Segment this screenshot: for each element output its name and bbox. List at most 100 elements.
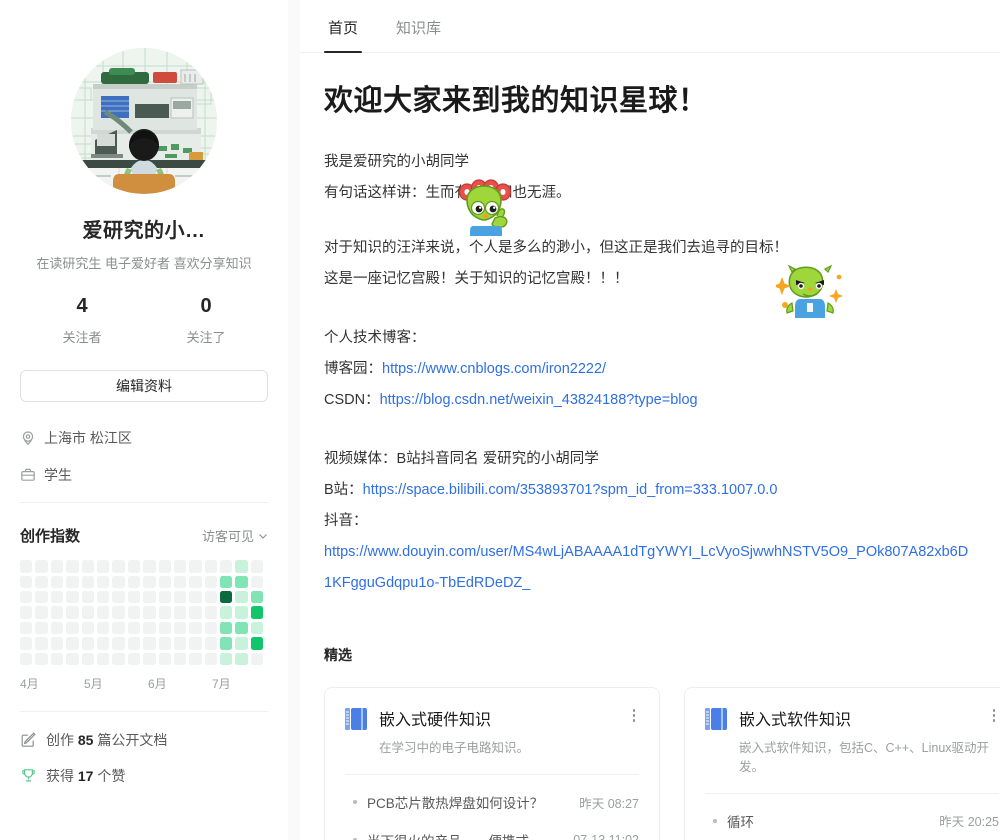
heatmap-cell[interactable] (20, 575, 33, 588)
heatmap-cell[interactable] (143, 637, 156, 650)
heatmap-cell[interactable] (20, 652, 33, 665)
heatmap-cell[interactable] (66, 606, 79, 619)
heatmap-cell[interactable] (158, 590, 171, 604)
heatmap-cell[interactable] (250, 621, 264, 635)
heatmap-cell[interactable] (158, 560, 171, 573)
heatmap-cell[interactable] (204, 560, 218, 573)
heatmap-cell[interactable] (127, 590, 141, 604)
heatmap-cell[interactable] (127, 637, 141, 650)
heatmap-cell[interactable] (50, 560, 64, 573)
heatmap-cell[interactable] (235, 621, 248, 635)
heatmap-cell[interactable] (112, 652, 125, 665)
heatmap-cell[interactable] (143, 621, 156, 635)
heatmap-cell[interactable] (20, 560, 33, 573)
heatmap-cell[interactable] (50, 652, 64, 665)
edit-profile-button[interactable]: 编辑资料 (20, 370, 268, 403)
heatmap-cell[interactable] (173, 606, 187, 619)
heatmap-cell[interactable] (96, 652, 110, 665)
heatmap-cell[interactable] (35, 575, 48, 588)
heatmap-cell[interactable] (112, 637, 125, 650)
heatmap-cell[interactable] (96, 606, 110, 619)
document-list-item[interactable]: PCB芯片散热焊盘如何设计？ 昨天 08:27 (345, 783, 639, 821)
heatmap-cell[interactable] (143, 590, 156, 604)
heatmap-cell[interactable] (81, 637, 94, 650)
heatmap-cell[interactable] (173, 621, 187, 635)
heatmap-cell[interactable] (96, 590, 110, 604)
heatmap-cell[interactable] (50, 590, 64, 604)
more-vertical-icon[interactable] (627, 708, 641, 722)
heatmap-cell[interactable] (50, 621, 64, 635)
heatmap-cell[interactable] (81, 621, 94, 635)
heatmap-cell[interactable] (220, 652, 233, 665)
avatar[interactable] (71, 48, 217, 194)
heatmap-cell[interactable] (250, 560, 264, 573)
heatmap-cell[interactable] (81, 575, 94, 588)
card-title[interactable]: 嵌入式硬件知识 (379, 706, 529, 730)
knowledge-base-card[interactable]: 嵌入式软件知识 嵌入式软件知识，包括C、C++、Linux驱动开发。 循环 昨天 20… (684, 687, 1000, 840)
heatmap-cell[interactable] (220, 590, 233, 604)
heatmap-cell[interactable] (96, 621, 110, 635)
heatmap-cell[interactable] (112, 590, 125, 604)
heatmap-cell[interactable] (173, 637, 187, 650)
heatmap-cell[interactable] (50, 606, 64, 619)
heatmap-cell[interactable] (35, 560, 48, 573)
heatmap-cell[interactable] (173, 560, 187, 573)
heatmap-cell[interactable] (112, 575, 125, 588)
heatmap-cell[interactable] (235, 575, 248, 588)
heatmap-cell[interactable] (220, 560, 233, 573)
heatmap-cell[interactable] (81, 606, 94, 619)
document-list-item[interactable]: 当下很火的产品——便携式… 07-13 11:02 (345, 821, 639, 840)
heatmap-cell[interactable] (143, 652, 156, 665)
heatmap-cell[interactable] (204, 590, 218, 604)
more-vertical-icon[interactable] (987, 708, 1000, 722)
heatmap-cell[interactable] (143, 575, 156, 588)
heatmap-cell[interactable] (20, 606, 33, 619)
knowledge-base-card[interactable]: 嵌入式硬件知识 在学习中的电子电路知识。 PCB芯片散热焊盘如何设计？ 昨天 08:2… (324, 687, 660, 840)
heatmap-cell[interactable] (66, 590, 79, 604)
heatmap-cell[interactable] (20, 621, 33, 635)
heatmap-cell[interactable] (158, 652, 171, 665)
heatmap-cell[interactable] (235, 606, 248, 619)
heatmap-cell[interactable] (127, 621, 141, 635)
heatmap-cell[interactable] (20, 637, 33, 650)
heatmap-cell[interactable] (112, 606, 125, 619)
heatmap-cell[interactable] (112, 621, 125, 635)
heatmap-cell[interactable] (96, 560, 110, 573)
heatmap-cell[interactable] (173, 575, 187, 588)
heatmap-cell[interactable] (250, 590, 264, 604)
contribution-heatmap[interactable] (20, 560, 268, 665)
heatmap-cell[interactable] (127, 606, 141, 619)
heatmap-cell[interactable] (250, 637, 264, 650)
bilibili-link[interactable]: https://space.bilibili.com/353893701?spm… (363, 482, 778, 498)
heatmap-cell[interactable] (158, 621, 171, 635)
heatmap-cell[interactable] (250, 575, 264, 588)
heatmap-cell[interactable] (66, 575, 79, 588)
heatmap-cell[interactable] (204, 652, 218, 665)
heatmap-cell[interactable] (20, 590, 33, 604)
heatmap-cell[interactable] (189, 652, 202, 665)
blog-cnblogs-link[interactable]: https://www.cnblogs.com/iron2222/ (382, 361, 606, 377)
stat-followers[interactable]: 4 关注者 (20, 295, 144, 346)
heatmap-cell[interactable] (35, 637, 48, 650)
heatmap-cell[interactable] (66, 560, 79, 573)
heatmap-cell[interactable] (50, 637, 64, 650)
heatmap-cell[interactable] (235, 637, 248, 650)
heatmap-cell[interactable] (250, 606, 264, 619)
heatmap-cell[interactable] (35, 606, 48, 619)
heatmap-cell[interactable] (220, 606, 233, 619)
blog-csdn-link[interactable]: https://blog.csdn.net/weixin_43824188?ty… (380, 392, 698, 408)
stat-following[interactable]: 0 关注了 (144, 295, 268, 346)
heatmap-cell[interactable] (35, 621, 48, 635)
heatmap-cell[interactable] (96, 575, 110, 588)
heatmap-cell[interactable] (235, 652, 248, 665)
heatmap-cell[interactable] (220, 621, 233, 635)
card-title[interactable]: 嵌入式软件知识 (739, 706, 999, 730)
heatmap-cell[interactable] (35, 652, 48, 665)
tab-knowledge-base[interactable]: 知识库 (392, 17, 445, 52)
heatmap-cell[interactable] (143, 606, 156, 619)
heatmap-cell[interactable] (204, 575, 218, 588)
heatmap-cell[interactable] (189, 590, 202, 604)
heatmap-cell[interactable] (250, 652, 264, 665)
heatmap-cell[interactable] (127, 575, 141, 588)
heatmap-cell[interactable] (81, 560, 94, 573)
